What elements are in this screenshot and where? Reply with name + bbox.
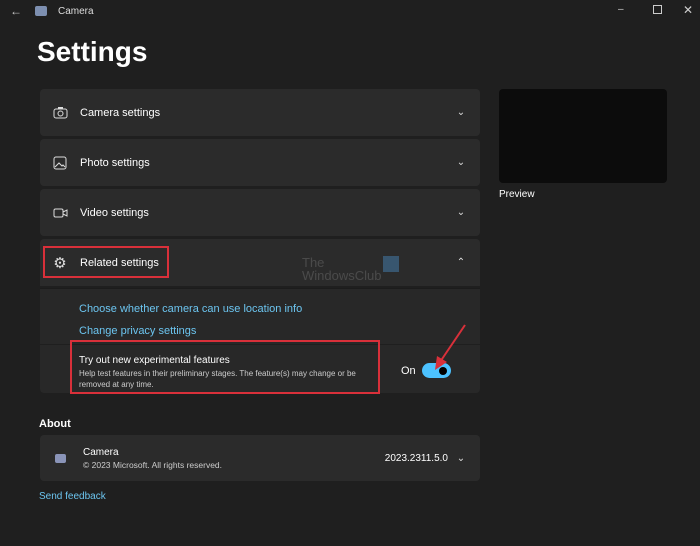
camera-preview — [499, 89, 667, 183]
close-button[interactable]: ✕ — [683, 3, 693, 17]
section-label: Photo settings — [80, 156, 150, 169]
camera-settings-expander[interactable]: Camera settings ⌄ — [40, 89, 480, 136]
red-arrow-annotation — [435, 324, 466, 370]
location-info-link[interactable]: Choose whether camera can use location i… — [79, 303, 302, 315]
preview-label: Preview — [499, 189, 535, 200]
privacy-settings-link[interactable]: Change privacy settings — [79, 325, 196, 337]
send-feedback-link[interactable]: Send feedback — [39, 491, 106, 502]
maximize-button[interactable] — [653, 5, 662, 14]
about-copyright: © 2023 Microsoft. All rights reserved. — [83, 459, 223, 470]
chevron-down-icon: ⌄ — [456, 157, 466, 168]
app-version: 2023.2311.5.0 — [384, 452, 448, 464]
about-heading: About — [39, 418, 71, 430]
section-label: Camera settings — [80, 106, 161, 119]
toggle-state-label: On — [401, 365, 416, 377]
video-icon — [52, 205, 68, 221]
page-title: Settings — [37, 36, 148, 67]
about-app-name: Camera — [83, 446, 119, 458]
camera-app-icon — [52, 450, 68, 466]
highlight-box — [43, 246, 169, 278]
about-expander[interactable]: Camera © 2023 Microsoft. All rights rese… — [40, 435, 480, 481]
minimize-button[interactable]: – — [618, 4, 624, 15]
photo-icon — [52, 155, 68, 171]
chevron-down-icon: ⌄ — [456, 452, 466, 464]
window-title: Camera — [58, 6, 94, 17]
watermark: The WindowsClub — [302, 256, 402, 282]
video-settings-expander[interactable]: Video settings ⌄ — [40, 189, 480, 236]
chevron-down-icon: ⌄ — [456, 107, 466, 118]
highlight-box — [70, 340, 380, 394]
title-bar: ← Camera – ✕ — [0, 0, 700, 24]
chevron-down-icon: ⌄ — [456, 207, 466, 218]
camera-app-icon — [35, 6, 47, 16]
chevron-up-icon: ⌃ — [456, 257, 466, 268]
camera-icon — [52, 105, 68, 121]
back-icon[interactable]: ← — [10, 4, 22, 18]
section-label: Video settings — [80, 206, 149, 219]
photo-settings-expander[interactable]: Photo settings ⌄ — [40, 139, 480, 186]
